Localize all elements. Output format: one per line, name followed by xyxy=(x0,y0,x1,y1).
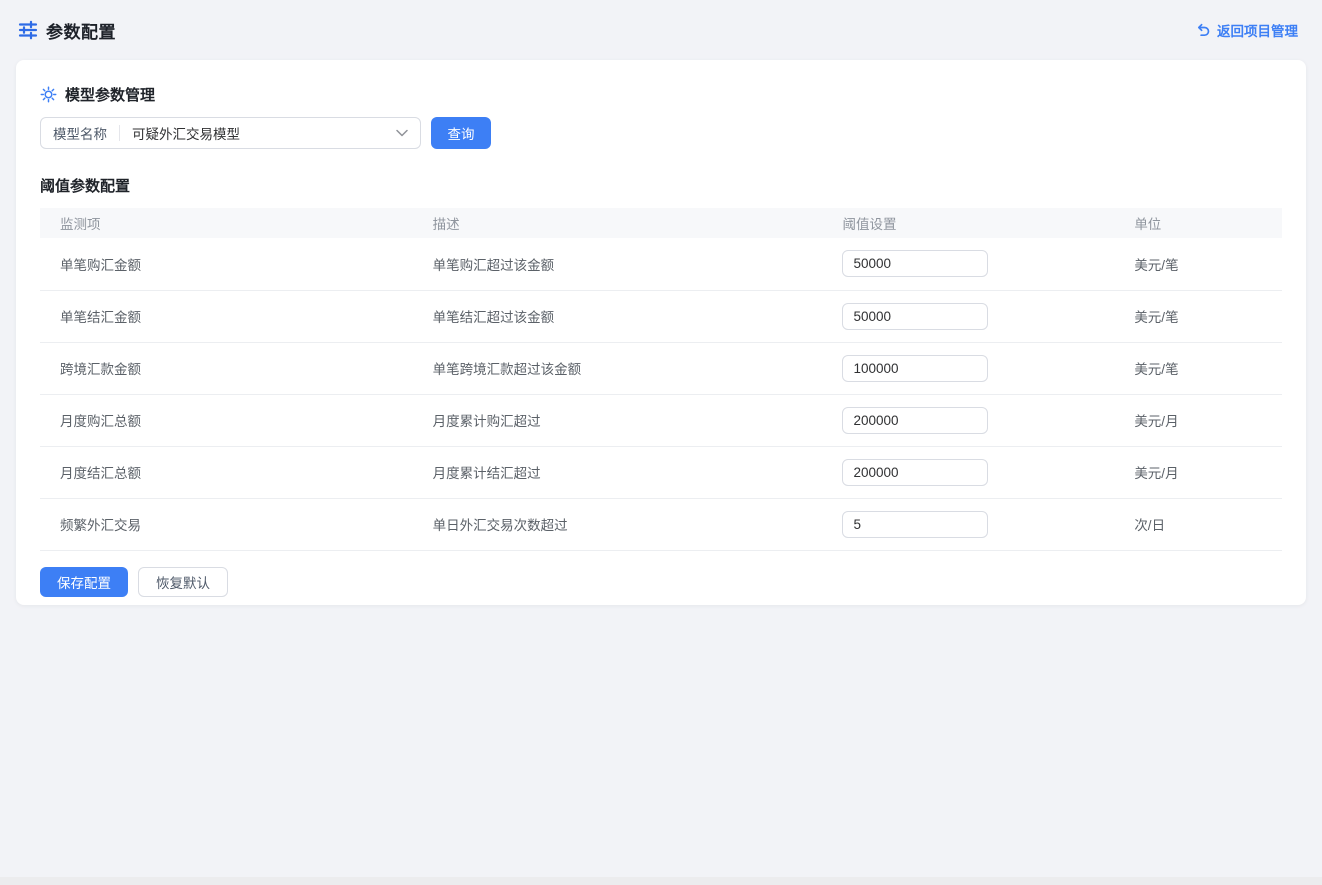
actions-bar: 保存配置 恢复默认 xyxy=(40,567,1282,597)
description-cell: 单笔跨境汇款超过该金额 xyxy=(413,342,823,394)
table-row: 跨境汇款金额单笔跨境汇款超过该金额 美元/笔 xyxy=(40,342,1282,394)
monitor-item-cell: 单笔结汇金额 xyxy=(40,290,413,342)
column-header-unit: 单位 xyxy=(1114,208,1282,238)
unit-cell: 美元/笔 xyxy=(1114,290,1282,342)
unit-cell: 次/日 xyxy=(1114,498,1282,550)
table-row: 月度结汇总额月度累计结汇超过 美元/月 xyxy=(40,446,1282,498)
model-name-selected-value: 可疑外汇交易模型 xyxy=(120,123,396,143)
restore-default-button[interactable]: 恢复默认 xyxy=(138,567,228,597)
bottom-strip xyxy=(0,877,1322,885)
topbar: 参数配置 返回项目管理 xyxy=(0,0,1322,60)
undo-icon xyxy=(1196,23,1211,38)
threshold-input[interactable] xyxy=(842,303,988,330)
threshold-cell xyxy=(822,498,1114,550)
sliders-icon xyxy=(18,20,38,40)
threshold-input[interactable] xyxy=(842,407,988,434)
topbar-title-group: 参数配置 xyxy=(18,18,116,43)
query-row: 模型名称 可疑外汇交易模型 查询 xyxy=(40,117,1282,149)
monitor-item-cell: 频繁外汇交易 xyxy=(40,498,413,550)
column-header-threshold: 阈值设置 xyxy=(822,208,1114,238)
save-config-button[interactable]: 保存配置 xyxy=(40,567,128,597)
description-cell: 单笔购汇超过该金额 xyxy=(413,238,823,290)
table-header-row: 监测项 描述 阈值设置 单位 xyxy=(40,208,1282,238)
unit-cell: 美元/笔 xyxy=(1114,342,1282,394)
column-header-description: 描述 xyxy=(413,208,823,238)
threshold-cell xyxy=(822,238,1114,290)
page-title: 参数配置 xyxy=(46,18,116,43)
description-cell: 单笔结汇超过该金额 xyxy=(413,290,823,342)
model-name-select[interactable]: 模型名称 可疑外汇交易模型 xyxy=(40,117,421,149)
threshold-section-title: 阈值参数配置 xyxy=(40,175,1282,196)
unit-cell: 美元/笔 xyxy=(1114,238,1282,290)
monitor-item-cell: 月度购汇总额 xyxy=(40,394,413,446)
query-button[interactable]: 查询 xyxy=(431,117,491,149)
threshold-input[interactable] xyxy=(842,511,988,538)
threshold-input[interactable] xyxy=(842,355,988,382)
table-row: 单笔结汇金额单笔结汇超过该金额 美元/笔 xyxy=(40,290,1282,342)
back-to-project-link[interactable]: 返回项目管理 xyxy=(1196,20,1298,40)
monitor-item-cell: 单笔购汇金额 xyxy=(40,238,413,290)
panel-header: 模型参数管理 xyxy=(40,84,1282,105)
threshold-cell xyxy=(822,394,1114,446)
threshold-table: 监测项 描述 阈值设置 单位 单笔购汇金额单笔购汇超过该金额美元/笔单笔结汇金额… xyxy=(40,208,1282,551)
table-row: 频繁外汇交易单日外汇交易次数超过 次/日 xyxy=(40,498,1282,550)
back-link-label: 返回项目管理 xyxy=(1217,20,1298,40)
model-name-label: 模型名称 xyxy=(41,123,119,143)
threshold-cell xyxy=(822,342,1114,394)
threshold-input[interactable] xyxy=(842,250,988,277)
unit-cell: 美元/月 xyxy=(1114,446,1282,498)
column-header-monitor-item: 监测项 xyxy=(40,208,413,238)
description-cell: 单日外汇交易次数超过 xyxy=(413,498,823,550)
table-row: 单笔购汇金额单笔购汇超过该金额 美元/笔 xyxy=(40,238,1282,290)
threshold-cell xyxy=(822,446,1114,498)
threshold-table-body: 单笔购汇金额单笔购汇超过该金额美元/笔单笔结汇金额单笔结汇超过该金额美元/笔跨境… xyxy=(40,238,1282,550)
description-cell: 月度累计结汇超过 xyxy=(413,446,823,498)
threshold-input[interactable] xyxy=(842,459,988,486)
unit-cell: 美元/月 xyxy=(1114,394,1282,446)
threshold-cell xyxy=(822,290,1114,342)
gear-icon xyxy=(40,86,57,103)
monitor-item-cell: 跨境汇款金额 xyxy=(40,342,413,394)
model-parameter-panel: 模型参数管理 模型名称 可疑外汇交易模型 查询 阈值参数配置 监测项 描述 阈值… xyxy=(16,60,1306,605)
monitor-item-cell: 月度结汇总额 xyxy=(40,446,413,498)
chevron-down-icon xyxy=(396,129,408,137)
table-row: 月度购汇总额月度累计购汇超过 美元/月 xyxy=(40,394,1282,446)
panel-title: 模型参数管理 xyxy=(65,84,155,105)
description-cell: 月度累计购汇超过 xyxy=(413,394,823,446)
